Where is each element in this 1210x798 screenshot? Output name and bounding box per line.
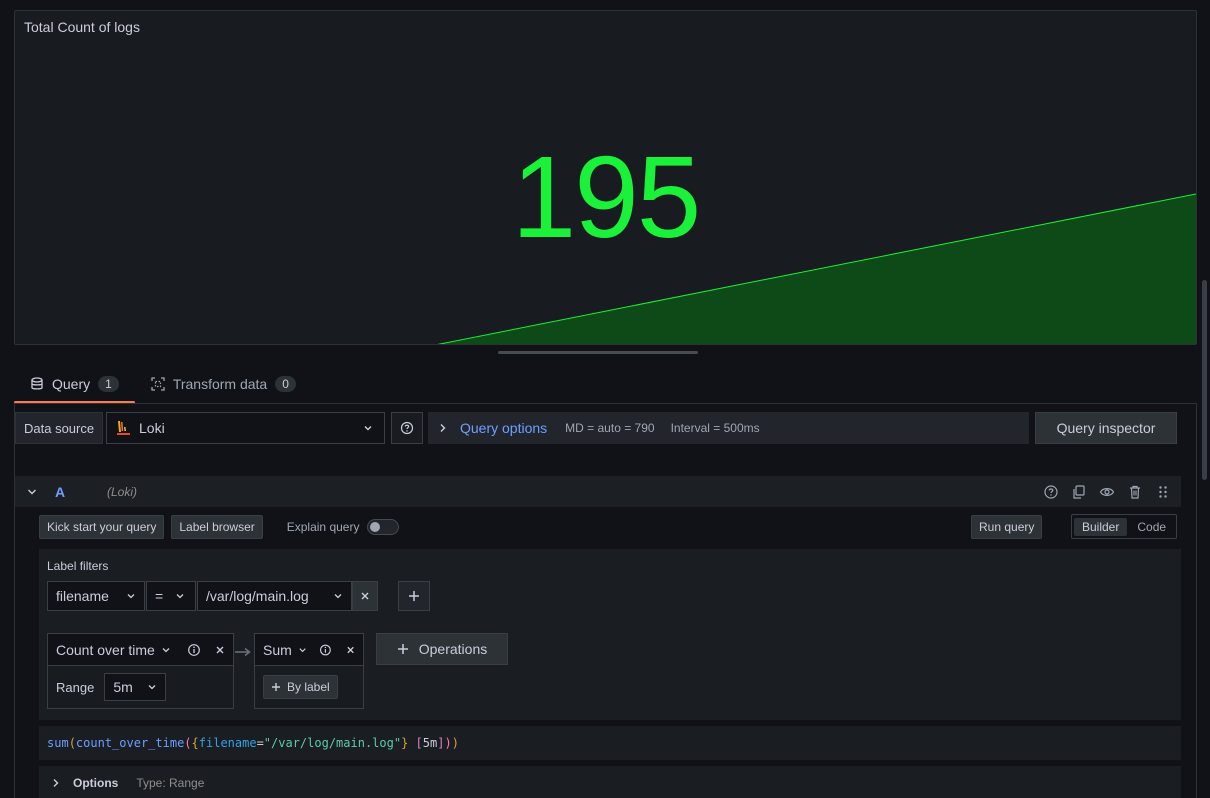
- preview-fn-count: count_over_time: [75, 736, 185, 750]
- tab-query-label: Query: [52, 376, 91, 392]
- close-icon: [361, 592, 369, 600]
- label-value-select[interactable]: /var/log/main.log: [197, 581, 352, 611]
- collapse-chevron-icon[interactable]: [27, 487, 37, 497]
- range-label: Range: [56, 679, 95, 695]
- preview-label: filename: [198, 736, 257, 750]
- tab-transform-count: 0: [275, 376, 296, 392]
- editor-mode-toggle: Builder Code: [1071, 514, 1178, 539]
- preview-op: =: [256, 736, 264, 750]
- operation-name[interactable]: Count over time: [56, 642, 155, 658]
- close-icon[interactable]: [215, 645, 225, 655]
- drag-handle-icon[interactable]: [1155, 484, 1171, 500]
- chevron-down-icon: [176, 594, 184, 599]
- run-query-button[interactable]: Run query: [971, 515, 1043, 539]
- query-options-row[interactable]: Options Type: Range: [39, 766, 1181, 798]
- preview-value: "/var/log/main.log": [263, 736, 402, 750]
- tab-query[interactable]: Query 1: [14, 366, 135, 404]
- operation-name[interactable]: Sum: [263, 642, 292, 658]
- operation-count-over-time: Count over time Range 5m: [47, 633, 234, 709]
- plus-icon: [397, 644, 408, 654]
- add-filter-button[interactable]: [398, 581, 430, 611]
- info-icon[interactable]: [319, 643, 332, 657]
- chevron-down-icon: [364, 426, 372, 431]
- datasource-selected: Loki: [139, 420, 165, 436]
- options-type: Type: Range: [136, 776, 205, 790]
- database-icon: [31, 377, 43, 390]
- query-options-toggle[interactable]: Query options MD = auto = 790 Interval =…: [428, 412, 1029, 444]
- query-editor: Data source Loki Query options MD = auto…: [14, 404, 1197, 798]
- operation-header: Count over time: [48, 634, 233, 666]
- add-operation-button[interactable]: Operations: [376, 633, 508, 665]
- loki-logo-icon: [117, 421, 130, 435]
- plus-icon: [272, 683, 280, 691]
- chevron-down-icon: [162, 647, 170, 652]
- query-options-interval: Interval = 500ms: [670, 421, 760, 435]
- chevron-down-icon: [334, 594, 342, 599]
- query-row-actions: [1043, 484, 1171, 500]
- chevron-down-icon: [299, 647, 306, 652]
- query-options-md: MD = auto = 790: [565, 421, 655, 435]
- stat-value: 195: [511, 132, 702, 262]
- raw-query-preview: sum(count_over_time({filename = "/var/log/…: [39, 726, 1181, 760]
- tab-query-count: 1: [98, 376, 119, 392]
- page-scrollbar[interactable]: [1202, 280, 1207, 480]
- by-label-button[interactable]: By label: [263, 675, 338, 699]
- explain-query-switch[interactable]: [367, 519, 400, 535]
- eye-icon[interactable]: [1099, 484, 1115, 500]
- duplicate-icon[interactable]: [1071, 484, 1087, 500]
- datasource-picker[interactable]: Loki: [106, 412, 385, 444]
- label-key-value: filename: [56, 588, 109, 604]
- mode-builder[interactable]: Builder: [1074, 517, 1128, 536]
- switch-knob: [370, 522, 381, 532]
- tab-transform[interactable]: Transform data 0: [135, 366, 312, 402]
- close-icon[interactable]: [346, 645, 355, 655]
- tab-transform-label: Transform data: [172, 376, 268, 392]
- label-key-select[interactable]: filename: [47, 581, 145, 611]
- help-icon[interactable]: [1043, 484, 1059, 500]
- label-operator-value: =: [155, 588, 164, 604]
- query-ref-id[interactable]: A: [55, 484, 65, 500]
- mode-code[interactable]: Code: [1129, 518, 1174, 536]
- explain-query-control: Explain query: [287, 519, 400, 535]
- stat-panel: Total Count of logs 195: [14, 10, 1197, 345]
- plus-icon: [409, 591, 419, 601]
- chevron-right-icon: [440, 424, 446, 432]
- chevron-right-icon: [53, 779, 59, 787]
- query-builder: Label filters filename = /var/log/main.l…: [39, 549, 1181, 720]
- add-operation-label: Operations: [418, 641, 488, 657]
- question-circle-icon: [400, 421, 414, 435]
- chevron-down-icon: [127, 594, 135, 599]
- info-icon[interactable]: [187, 643, 201, 657]
- range-value: 5m: [113, 679, 133, 695]
- datasource-help-button[interactable]: [391, 412, 423, 444]
- preview-fn-sum: sum: [47, 736, 69, 750]
- by-label-text: By label: [287, 680, 330, 694]
- transform-icon: [151, 377, 165, 391]
- operation-params: Range 5m: [48, 666, 233, 708]
- chevron-down-icon: [148, 685, 156, 690]
- query-inspector-button[interactable]: Query inspector: [1035, 412, 1177, 444]
- panel-resize-handle[interactable]: [498, 351, 698, 354]
- query-row-header: A (Loki): [15, 476, 1181, 507]
- operation-params: By label: [255, 666, 363, 708]
- range-select[interactable]: 5m: [104, 673, 166, 701]
- options-label: Options: [73, 776, 119, 790]
- trash-icon[interactable]: [1127, 484, 1143, 500]
- label-operator-select[interactable]: =: [146, 581, 196, 611]
- kick-start-button[interactable]: Kick start your query: [39, 515, 165, 539]
- query-options-title: Query options: [460, 420, 548, 436]
- operation-header: Sum: [255, 634, 363, 666]
- operation-sum: Sum By label: [254, 633, 364, 709]
- query-datasource-name: (Loki): [107, 484, 138, 499]
- preview-range: 5m: [422, 736, 438, 750]
- query-toolbar: Kick start your query Label browser Expl…: [39, 514, 1181, 539]
- editor-tabs: Query 1 Transform data 0: [14, 366, 312, 404]
- label-filters-title: Label filters: [47, 559, 109, 573]
- arrow-right-icon: [235, 647, 251, 657]
- remove-filter-button[interactable]: [352, 581, 378, 611]
- explain-query-label: Explain query: [286, 520, 360, 534]
- label-browser-button[interactable]: Label browser: [171, 515, 263, 539]
- label-value-value: /var/log/main.log: [206, 588, 309, 604]
